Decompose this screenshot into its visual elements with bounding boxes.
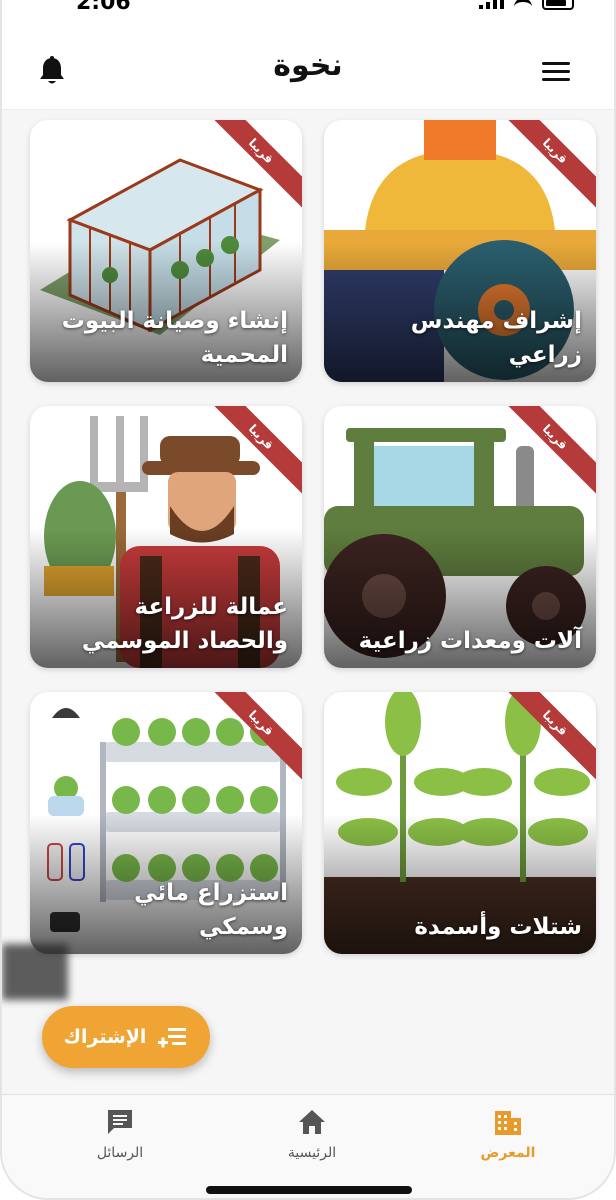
nav-home[interactable]: الرئيسية	[252, 1107, 372, 1161]
card-greenhouse[interactable]: قريبا إنشاء وصيانة البيوت المحمية	[30, 120, 302, 382]
subscribe-label: الإشتراك	[63, 1026, 147, 1048]
status-time: 2:06	[76, 0, 131, 15]
card-label: إشراف مهندس زراعي	[410, 308, 582, 368]
page-title: نخوة	[273, 48, 343, 83]
add-list-icon	[158, 1028, 187, 1048]
card-seasonal-labor[interactable]: قريبا عمالة للزراعة والحصاد الموسمي	[30, 406, 302, 668]
home-icon	[299, 1110, 325, 1134]
home-indicator	[206, 1186, 412, 1194]
card-seedlings-fertilizers[interactable]: قريبا شتلات وأسمدة	[324, 692, 596, 954]
nav-label: الرئيسية	[287, 1145, 337, 1161]
bottom-navigation: الرسائل الرئيسية المعرض	[2, 1094, 614, 1198]
status-bar: 2:06	[2, 0, 614, 18]
card-agricultural-machinery[interactable]: قريبا آلات ومعدات زراعية	[324, 406, 596, 668]
nav-gallery[interactable]: المعرض	[448, 1107, 568, 1161]
card-label: إنشاء وصيانة البيوت المحمية	[61, 308, 288, 368]
card-label: استزراع مائي وسمكي	[134, 880, 288, 940]
menu-icon[interactable]	[542, 62, 570, 82]
nav-messages[interactable]: الرسائل	[60, 1107, 180, 1161]
card-label: عمالة للزراعة والحصاد الموسمي	[81, 594, 288, 654]
card-aquaculture[interactable]: قريبا استزراع مائي وسمكي	[30, 692, 302, 954]
building-icon	[495, 1111, 521, 1135]
wifi-icon	[514, 0, 532, 8]
battery-icon	[542, 0, 574, 10]
nav-label: المعرض	[480, 1145, 536, 1161]
signal-icon	[479, 0, 504, 9]
card-label: آلات ومعدات زراعية	[358, 628, 582, 654]
status-icons	[479, 0, 574, 10]
drag-handle[interactable]	[2, 944, 68, 1000]
nav-label: الرسائل	[96, 1145, 144, 1161]
subscribe-button[interactable]: الإشتراك	[42, 1006, 210, 1068]
chat-icon	[108, 1110, 132, 1134]
app-screen: 2:06 نخوة قريبا إشراف مهندس زراعي قريبا …	[0, 0, 616, 1200]
card-engineer-supervision[interactable]: قريبا إشراف مهندس زراعي	[324, 120, 596, 382]
app-header: نخوة	[2, 18, 614, 110]
card-label: شتلات وأسمدة	[414, 914, 582, 940]
